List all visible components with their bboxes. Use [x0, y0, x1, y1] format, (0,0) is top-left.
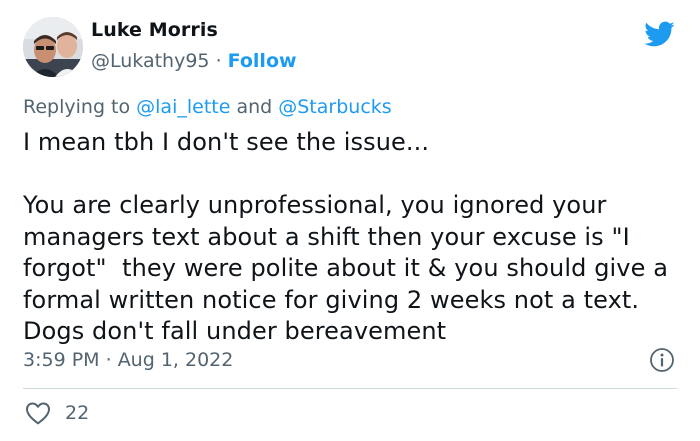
handle-separator: · — [209, 50, 228, 72]
mention-starbucks[interactable]: @Starbucks — [278, 96, 391, 118]
user-block: Luke Morris @Lukathy95 · Follow — [91, 18, 297, 74]
engagement-bar: 22 — [23, 398, 89, 428]
heart-icon[interactable] — [23, 398, 53, 428]
reply-context: Replying to @lai_lette and @Starbucks — [23, 94, 392, 120]
embedded-tweet-card: Luke Morris @Lukathy95 · Follow Replying… — [0, 0, 700, 441]
reply-prefix: Replying to — [23, 96, 137, 118]
mention-lai-lette[interactable]: @lai_lette — [136, 96, 230, 118]
avatar-photo — [23, 17, 83, 77]
avatar[interactable] — [23, 17, 83, 77]
reply-conjunction: and — [230, 96, 279, 118]
user-handle[interactable]: @Lukathy95 — [91, 50, 210, 72]
tweet-time[interactable]: 3:59 PM — [23, 349, 100, 371]
follow-link[interactable]: Follow — [228, 50, 297, 72]
tweet-text: I mean tbh I don't see the issue... You … — [23, 128, 669, 345]
timestamp: 3:59 PM · Aug 1, 2022 — [23, 347, 233, 373]
display-name[interactable]: Luke Morris — [91, 18, 297, 42]
handle-row: @Lukathy95 · Follow — [91, 48, 297, 74]
tweet-date[interactable]: Aug 1, 2022 — [118, 349, 234, 371]
twitter-bird-icon[interactable] — [640, 18, 678, 50]
timestamp-separator: · — [99, 349, 118, 371]
like-count: 22 — [65, 402, 90, 424]
divider — [23, 388, 677, 389]
info-icon[interactable] — [649, 347, 675, 373]
